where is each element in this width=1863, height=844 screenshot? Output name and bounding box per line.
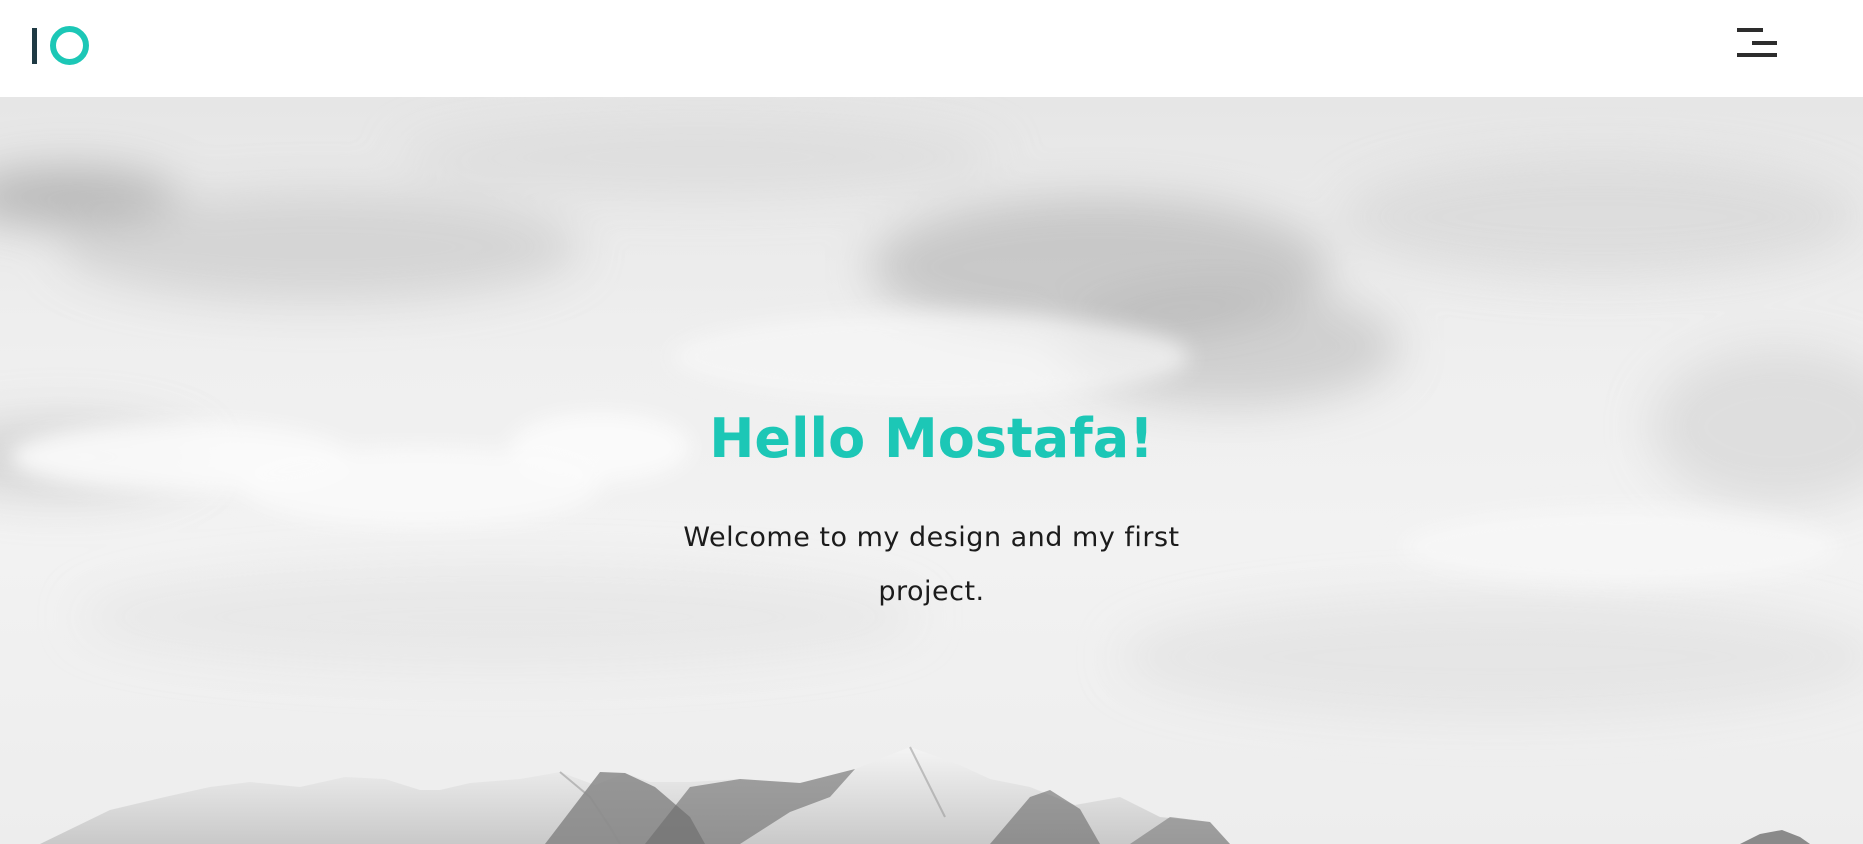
hero-subtitle: Welcome to my design and my first projec… xyxy=(683,522,1180,607)
menu-line-bottom xyxy=(1737,53,1777,57)
menu-line-top xyxy=(1737,28,1763,32)
logo-ring xyxy=(50,26,89,65)
io-logo-icon[interactable] xyxy=(30,26,90,66)
site-header xyxy=(0,0,1863,97)
mountain-range xyxy=(40,746,1810,844)
hamburger-menu-icon[interactable] xyxy=(1733,26,1783,62)
logo-bar xyxy=(32,28,37,64)
hero-title: Hello Mostafa! xyxy=(709,407,1154,470)
menu-line-middle xyxy=(1752,41,1777,45)
hero-section: Hello Mostafa! Welcome to my design and … xyxy=(0,97,1863,844)
hero-content: Hello Mostafa! Welcome to my design and … xyxy=(0,407,1863,619)
